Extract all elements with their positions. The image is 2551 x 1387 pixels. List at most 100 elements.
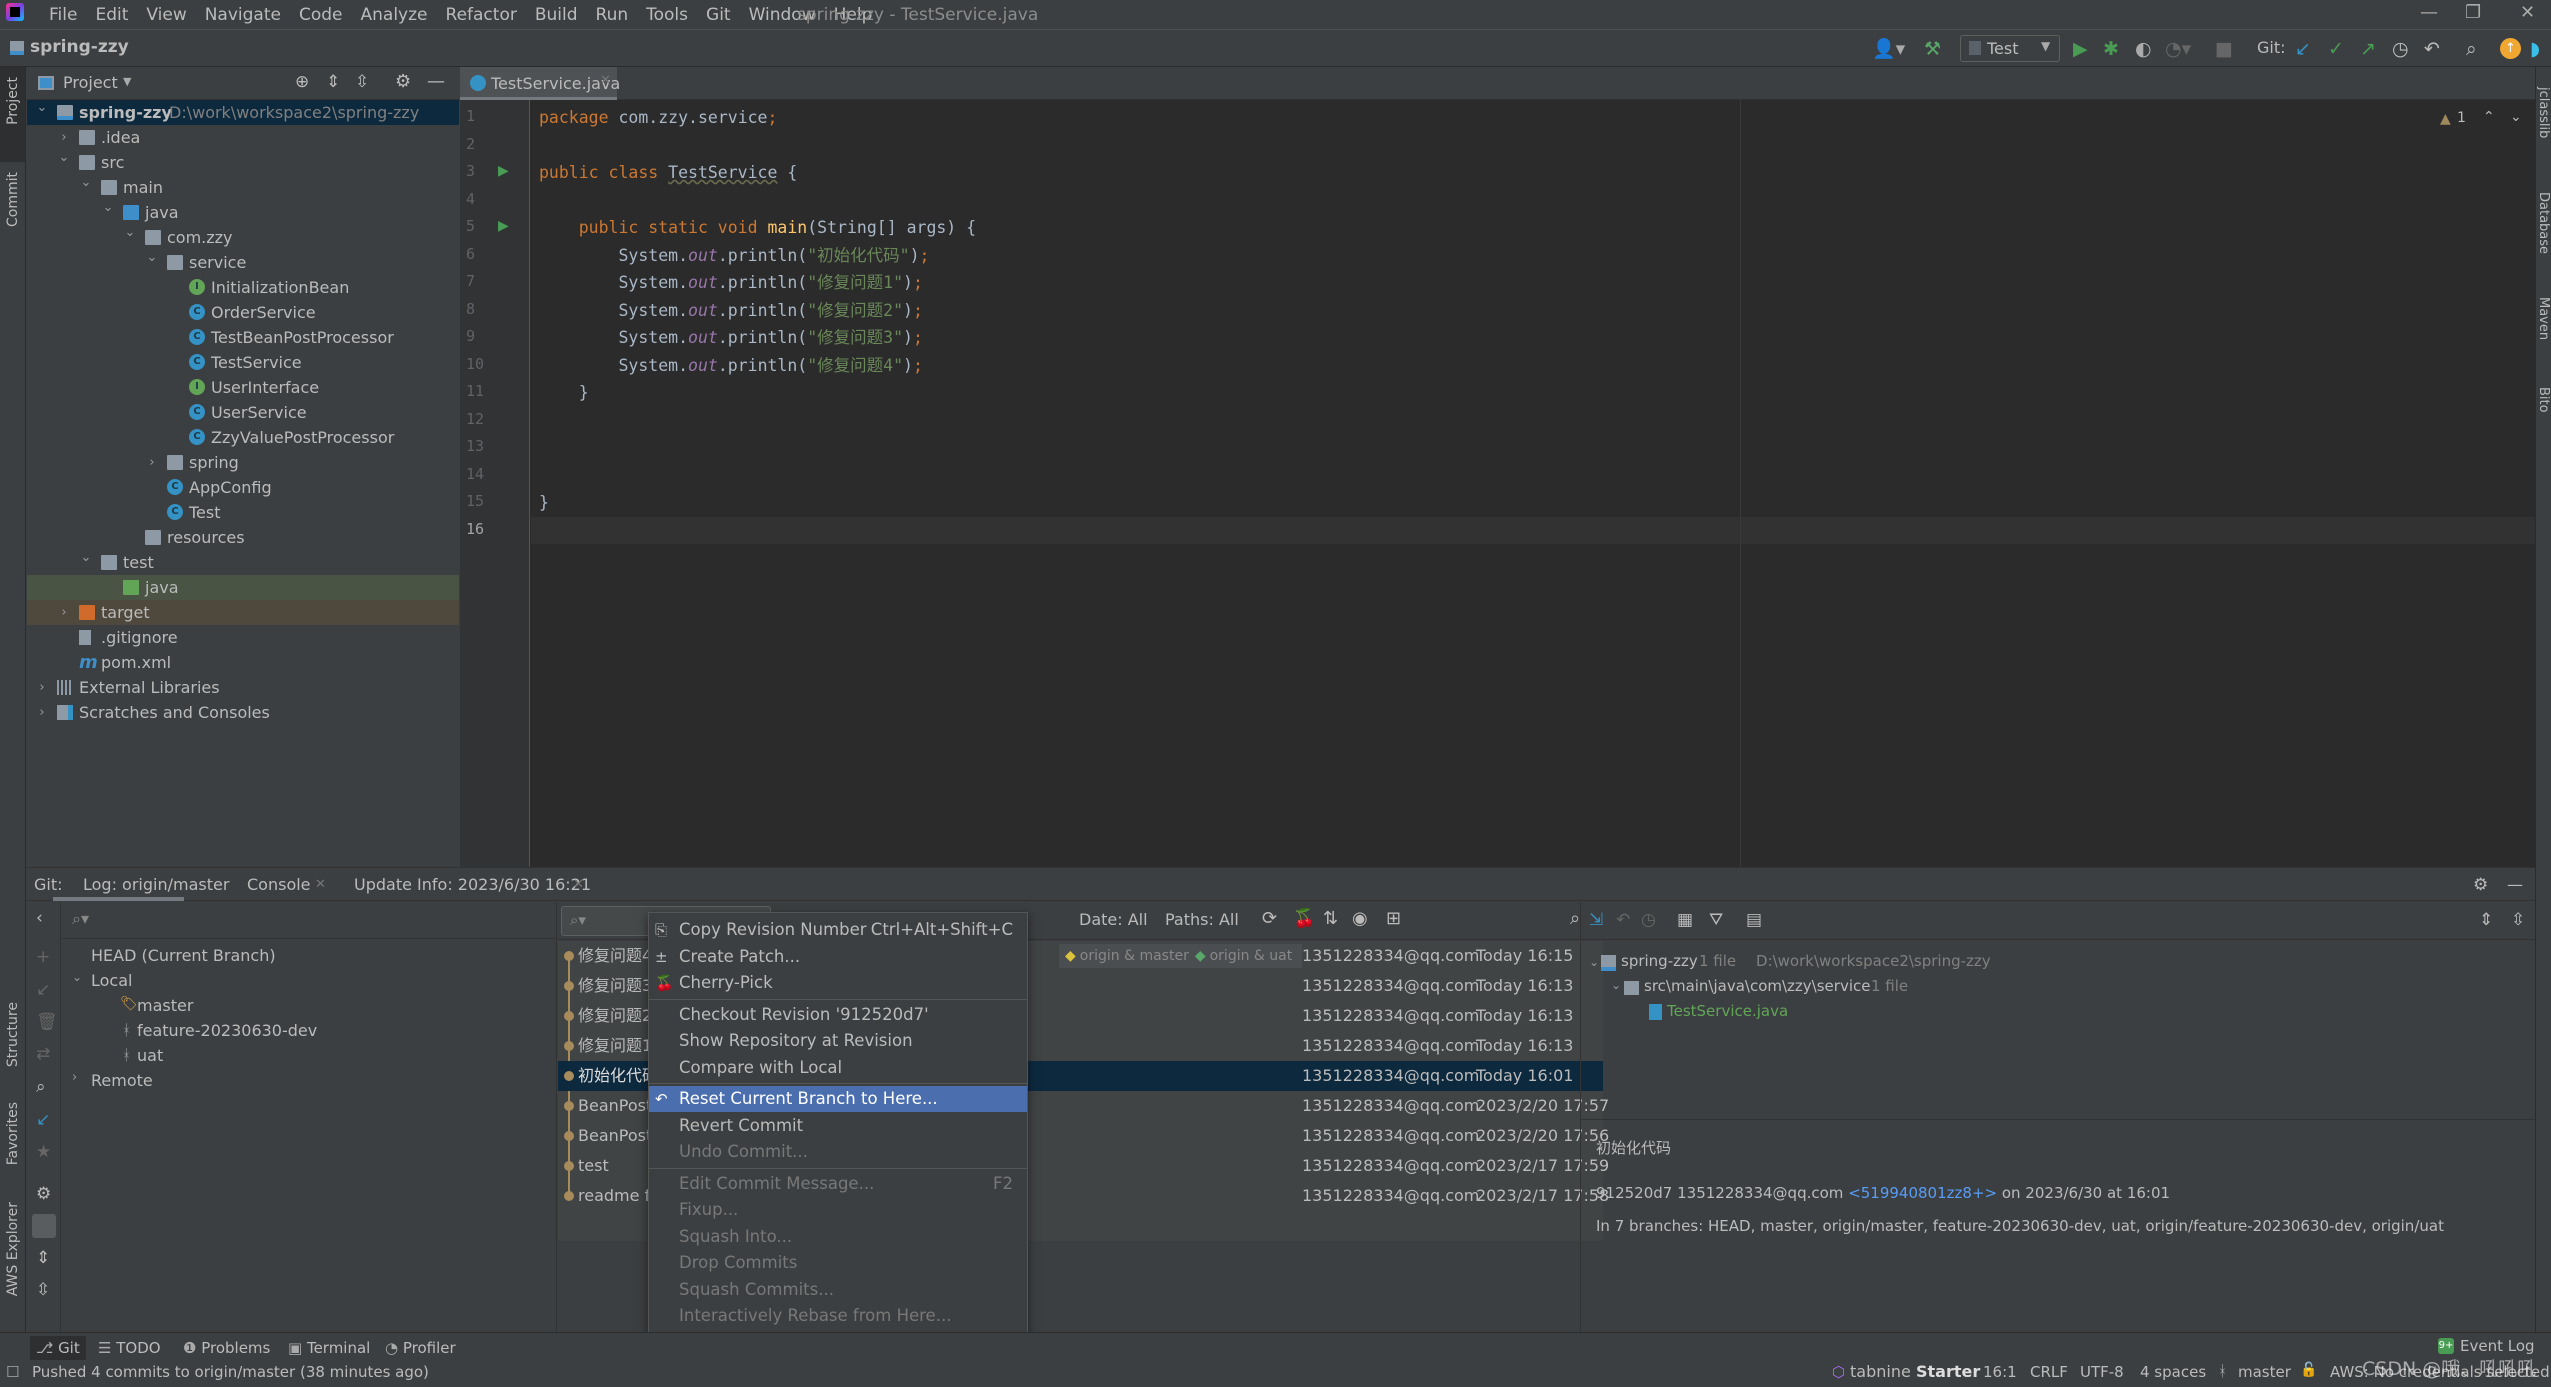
tool-tab-problems[interactable]: ❶ Problems — [177, 1336, 276, 1360]
stripe-maven[interactable]: Maven — [2536, 297, 2551, 340]
new-tab-icon[interactable]: ⊞ — [1386, 908, 1401, 929]
run-icon[interactable]: ▶ — [2073, 39, 2088, 59]
gear-icon[interactable]: ⚙ — [395, 71, 411, 92]
chevron-right-icon[interactable]: › — [57, 600, 71, 625]
tabnine-label[interactable]: tabnine — [1850, 1362, 1911, 1381]
tree-item[interactable]: C TestService — [27, 350, 459, 375]
branches-search[interactable]: ⌕▾ — [62, 902, 557, 939]
branch-group-local[interactable]: Local — [91, 971, 132, 990]
tool-tab-git[interactable]: ⎇ Git — [30, 1336, 86, 1360]
branch-master[interactable]: master — [137, 996, 193, 1015]
fetch-icon[interactable]: ↙ — [36, 1110, 50, 1130]
tree-item[interactable]: ⌄ main — [27, 175, 459, 200]
tree-item[interactable]: I UserInterface — [27, 375, 459, 400]
tree-item[interactable]: ⌄ service — [27, 250, 459, 275]
menu-view[interactable]: View — [137, 3, 195, 27]
user-icon[interactable]: 👤▾ — [1872, 39, 1905, 59]
chevron-down-icon[interactable]: ⌄ — [57, 145, 71, 170]
branch-head[interactable]: HEAD (Current Branch) — [91, 946, 276, 965]
search-icon[interactable]: ⌕ — [36, 1077, 46, 1097]
stripe-structure[interactable]: Structure — [5, 1002, 21, 1067]
tree-item[interactable]: I InitializationBean — [27, 275, 459, 300]
settings-icon[interactable]: ⚙ — [36, 1184, 51, 1204]
menu-tools[interactable]: Tools — [637, 3, 697, 27]
build-hammer-icon[interactable]: ⚒ — [1924, 39, 1941, 59]
tree-item[interactable]: C TestBeanPostProcessor — [27, 325, 459, 350]
menu-item[interactable]: Undo Commit... — [649, 1139, 1027, 1165]
chevron-down-icon[interactable]: ⌄ — [123, 220, 137, 245]
minimize-button[interactable]: — — [2420, 2, 2438, 23]
revert-icon[interactable]: ↶ — [1616, 910, 1630, 930]
menu-refactor[interactable]: Refactor — [437, 3, 526, 27]
tree-item[interactable]: ⌄ com.zzy — [27, 225, 459, 250]
chevron-down-icon[interactable]: ⌄ — [79, 170, 93, 195]
tool-tab-profiler[interactable]: ◔ Profiler — [379, 1336, 462, 1360]
compare-icon[interactable]: ⇄ — [36, 1044, 50, 1064]
warning-icon[interactable]: ▲ — [2440, 111, 2451, 127]
tab-log[interactable]: Log: origin/master — [83, 875, 229, 894]
filter-icon[interactable]: ⛛ — [1709, 910, 1723, 930]
tree-item[interactable]: › spring — [27, 450, 459, 475]
git-update-icon[interactable]: ↙ — [2295, 39, 2311, 59]
tree-item[interactable]: java — [27, 575, 459, 600]
menu-item[interactable]: Compare with Local — [649, 1055, 1027, 1081]
menu-item[interactable]: Squash Into... — [649, 1224, 1027, 1250]
menu-analyze[interactable]: Analyze — [352, 3, 437, 27]
gear-icon[interactable]: ⚙ — [2473, 875, 2488, 895]
stripe-jclasslib[interactable]: jclasslib — [2536, 87, 2551, 138]
tool-tab-todo[interactable]: ☰ TODO — [92, 1336, 167, 1360]
close-update-info-icon[interactable]: ✕ — [573, 877, 584, 892]
expand-local-icon[interactable]: ⌄ — [72, 970, 82, 984]
restore-button[interactable]: ❐ — [2465, 2, 2481, 23]
project-view-select[interactable]: Project — [63, 73, 118, 92]
rollback-icon[interactable]: ↶ — [2424, 39, 2440, 59]
update-selected-icon[interactable]: ↙ — [36, 980, 50, 1000]
previous-highlight-icon[interactable]: ⌃ — [2483, 109, 2495, 125]
menu-item[interactable]: Edit Commit Message... F2 — [649, 1171, 1027, 1197]
breadcrumb-project[interactable]: spring-zzy — [30, 37, 129, 57]
locate-icon[interactable]: ⊕ — [295, 72, 309, 92]
coverage-icon[interactable]: ◐ — [2135, 39, 2152, 59]
tab-update-info[interactable]: Update Info: 2023/6/30 16:21 — [354, 875, 591, 894]
history-icon[interactable]: ◷ — [2392, 39, 2409, 59]
menu-build[interactable]: Build — [526, 3, 587, 27]
menu-item[interactable]: Revert Commit — [649, 1113, 1027, 1139]
menu-item[interactable]: Drop Commits — [649, 1250, 1027, 1276]
tree-item[interactable]: C ZzyValuePostProcessor — [27, 425, 459, 450]
add-icon[interactable]: + — [36, 947, 50, 967]
tree-item[interactable]: › Scratches and Consoles — [27, 700, 459, 725]
changed-file[interactable]: TestService.java — [1667, 1002, 1788, 1020]
hide-icon[interactable]: — — [427, 71, 445, 92]
close-button[interactable]: ✕ — [2520, 2, 2535, 23]
expand-icon[interactable]: ⌄ — [1589, 955, 1599, 969]
indent-setting[interactable]: 4 spaces — [2140, 1363, 2206, 1381]
tree-item[interactable]: › .idea — [27, 125, 459, 150]
collapse-branches-icon[interactable]: ‹ — [36, 908, 43, 928]
status-message[interactable]: Pushed 4 commits to origin/master (38 mi… — [32, 1363, 429, 1381]
group-by-directory-icon[interactable] — [32, 1214, 56, 1238]
tree-item[interactable]: › External Libraries — [27, 675, 459, 700]
stripe-project[interactable]: Project — [5, 77, 21, 125]
run-config-select[interactable]: Test ▼ — [1960, 35, 2060, 62]
tree-item[interactable]: m pom.xml — [27, 650, 459, 675]
tool-tab-terminal[interactable]: ▣ Terminal — [282, 1336, 376, 1360]
tree-item[interactable]: ⌄ spring-zzy D:\work\workspace2\spring-zzy — [27, 100, 459, 125]
close-tab-icon[interactable]: ✕ — [600, 73, 611, 88]
tab-testservice-java[interactable]: TestService.java ✕ — [460, 67, 620, 100]
committer-link[interactable]: <519940801zz8+> — [1848, 1184, 1997, 1202]
favorite-icon[interactable]: ★ — [36, 1142, 51, 1162]
menu-run[interactable]: Run — [587, 3, 638, 27]
chevron-down-icon[interactable]: ⌄ — [35, 95, 49, 120]
tree-item[interactable]: C Test — [27, 500, 459, 525]
chevron-right-icon[interactable]: › — [145, 450, 159, 475]
expand-icon[interactable]: ⌄ — [1611, 978, 1621, 992]
chevron-right-icon[interactable]: › — [35, 675, 49, 700]
tree-item[interactable]: › target — [27, 600, 459, 625]
menu-code[interactable]: Code — [290, 3, 352, 27]
line-separator[interactable]: CRLF — [2030, 1363, 2068, 1381]
menu-item[interactable]: Show Repository at Revision — [649, 1028, 1027, 1054]
menu-item[interactable]: Fixup... — [649, 1197, 1027, 1223]
tab-console[interactable]: Console — [247, 875, 311, 894]
refresh-icon[interactable]: ⟳ — [1262, 908, 1277, 929]
tree-item[interactable]: ⌄ test — [27, 550, 459, 575]
